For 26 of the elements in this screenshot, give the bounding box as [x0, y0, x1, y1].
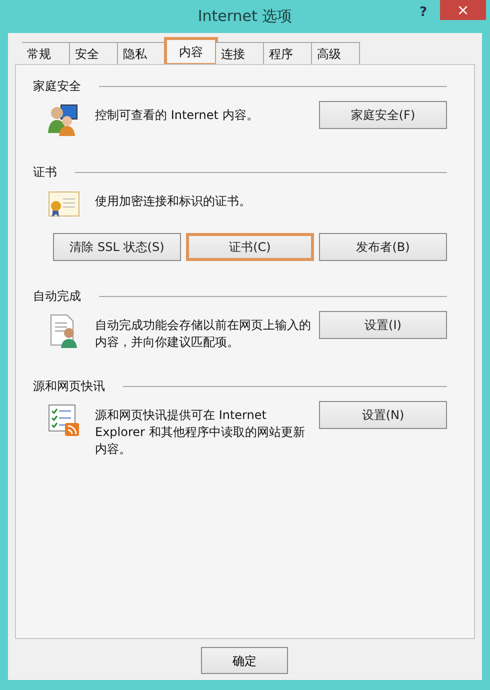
dialog-button[interactable]: 清除 SSL 状态(S) — [53, 233, 181, 261]
dialog-button[interactable]: 设置(N) — [319, 401, 447, 429]
window-title: Internet 选项 — [198, 6, 292, 28]
section-description: 源和网页快讯提供可在 Internet Explorer 和其他程序中读取的网站更新内容。 — [95, 407, 306, 458]
section-title: 家庭安全 — [33, 78, 81, 95]
certificate-icon — [47, 189, 81, 219]
tab[interactable]: 程序 — [264, 42, 312, 64]
help-button[interactable]: ? — [419, 3, 427, 22]
tab[interactable]: 安全 — [70, 42, 118, 64]
tab[interactable]: 连接 — [216, 42, 264, 64]
tab[interactable]: 高级 — [312, 42, 360, 64]
section-description: 使用加密连接和标识的证书。 — [95, 193, 252, 210]
dialog-button[interactable]: 设置(I) — [319, 311, 447, 339]
section-title: 证书 — [33, 164, 57, 181]
close-button[interactable]: × — [440, 0, 486, 20]
section-title: 源和网页快讯 — [33, 378, 105, 395]
tab[interactable]: 常规 — [22, 42, 70, 64]
section-title: 自动完成 — [33, 288, 81, 305]
feed-list-icon — [47, 403, 81, 437]
dialog-button[interactable]: 发布者(B) — [319, 233, 447, 261]
tab[interactable]: 内容 — [166, 39, 216, 64]
dialog-button[interactable]: 确定 — [201, 647, 288, 674]
dialog-button[interactable]: 家庭安全(F) — [319, 101, 447, 129]
dialog-button[interactable]: 证书(C) — [186, 233, 314, 261]
section-description: 控制可查看的 Internet 内容。 — [95, 107, 260, 124]
section-description: 自动完成功能会存储以前在网页上输入的内容，并向你建议匹配项。 — [95, 317, 312, 351]
